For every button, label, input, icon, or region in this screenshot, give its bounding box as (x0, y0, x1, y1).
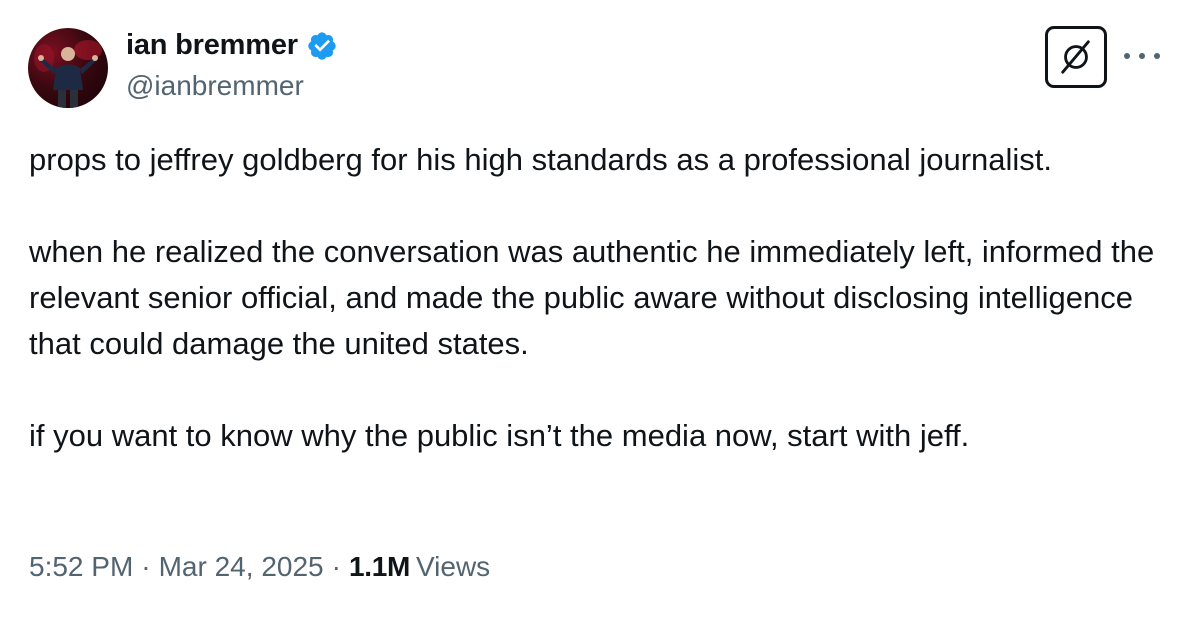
author-name-row: ian bremmer (126, 29, 338, 62)
tweet-paragraph-1: props to jeffrey goldberg for his high s… (29, 142, 1053, 177)
meta-separator: · (141, 551, 151, 582)
tweet-date[interactable]: Mar 24, 2025 (159, 551, 324, 583)
views-label: Views (416, 551, 491, 582)
more-dot (1154, 53, 1160, 59)
tweet-card: ian bremmer @ianbremmer props to jeffrey… (0, 0, 1186, 618)
grok-slash-circle-icon (1061, 40, 1090, 74)
more-options-icon[interactable] (1124, 44, 1160, 68)
tweet-paragraph-2: when he realized the conversation was au… (29, 234, 1155, 361)
more-dot (1139, 53, 1145, 59)
more-dot (1124, 53, 1130, 59)
meta-separator: · (331, 551, 341, 582)
verified-badge-icon[interactable] (306, 30, 338, 62)
avatar[interactable] (28, 28, 108, 108)
tweet-text: props to jeffrey goldberg for his high s… (29, 137, 1174, 459)
author-handle[interactable]: @ianbremmer (126, 70, 304, 102)
avatar-person-icon (34, 40, 102, 108)
tweet-time[interactable]: 5:52 PM (29, 551, 133, 583)
display-name[interactable]: ian bremmer (126, 29, 298, 62)
tweet-paragraph-3: if you want to know why the public isn’t… (29, 418, 970, 453)
grok-button[interactable] (1045, 26, 1107, 88)
views-count[interactable]: 1.1M (349, 551, 410, 583)
tweet-meta: 5:52 PM · Mar 24, 2025 · 1.1M Views (29, 551, 490, 583)
